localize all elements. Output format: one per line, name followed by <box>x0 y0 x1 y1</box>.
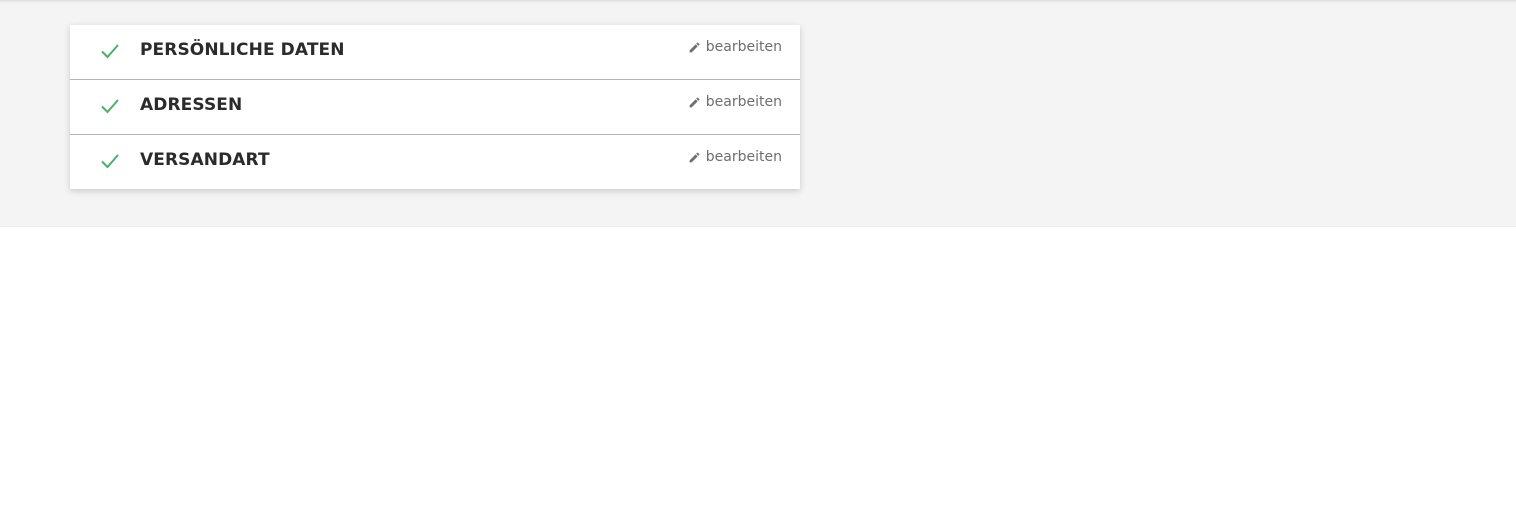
pencil-icon <box>689 97 700 107</box>
step-row-personal-data: PERSÖNLICHE DATEN bearbeiten <box>70 25 800 80</box>
step-title: VERSANDART <box>140 150 270 170</box>
edit-label: bearbeiten <box>705 94 782 110</box>
checkout-summary-band: PERSÖNLICHE DATEN bearbeiten ADRESSEN be… <box>0 0 1516 227</box>
header-shadow <box>0 0 1516 3</box>
edit-label: bearbeiten <box>705 149 782 165</box>
edit-personal-data-link[interactable]: bearbeiten <box>688 39 782 55</box>
check-icon <box>101 44 119 59</box>
step-row-shipping-method: VERSANDART bearbeiten <box>70 135 800 189</box>
check-icon <box>101 99 119 114</box>
checkout-steps-card: PERSÖNLICHE DATEN bearbeiten ADRESSEN be… <box>70 25 800 189</box>
step-row-addresses: ADRESSEN bearbeiten <box>70 80 800 135</box>
check-icon <box>101 154 119 169</box>
edit-label: bearbeiten <box>705 39 782 55</box>
edit-addresses-link[interactable]: bearbeiten <box>688 94 782 110</box>
edit-shipping-method-link[interactable]: bearbeiten <box>688 149 782 165</box>
pencil-icon <box>689 152 700 162</box>
step-title: ADRESSEN <box>140 95 243 115</box>
pencil-icon <box>689 42 700 52</box>
step-title: PERSÖNLICHE DATEN <box>140 40 345 60</box>
